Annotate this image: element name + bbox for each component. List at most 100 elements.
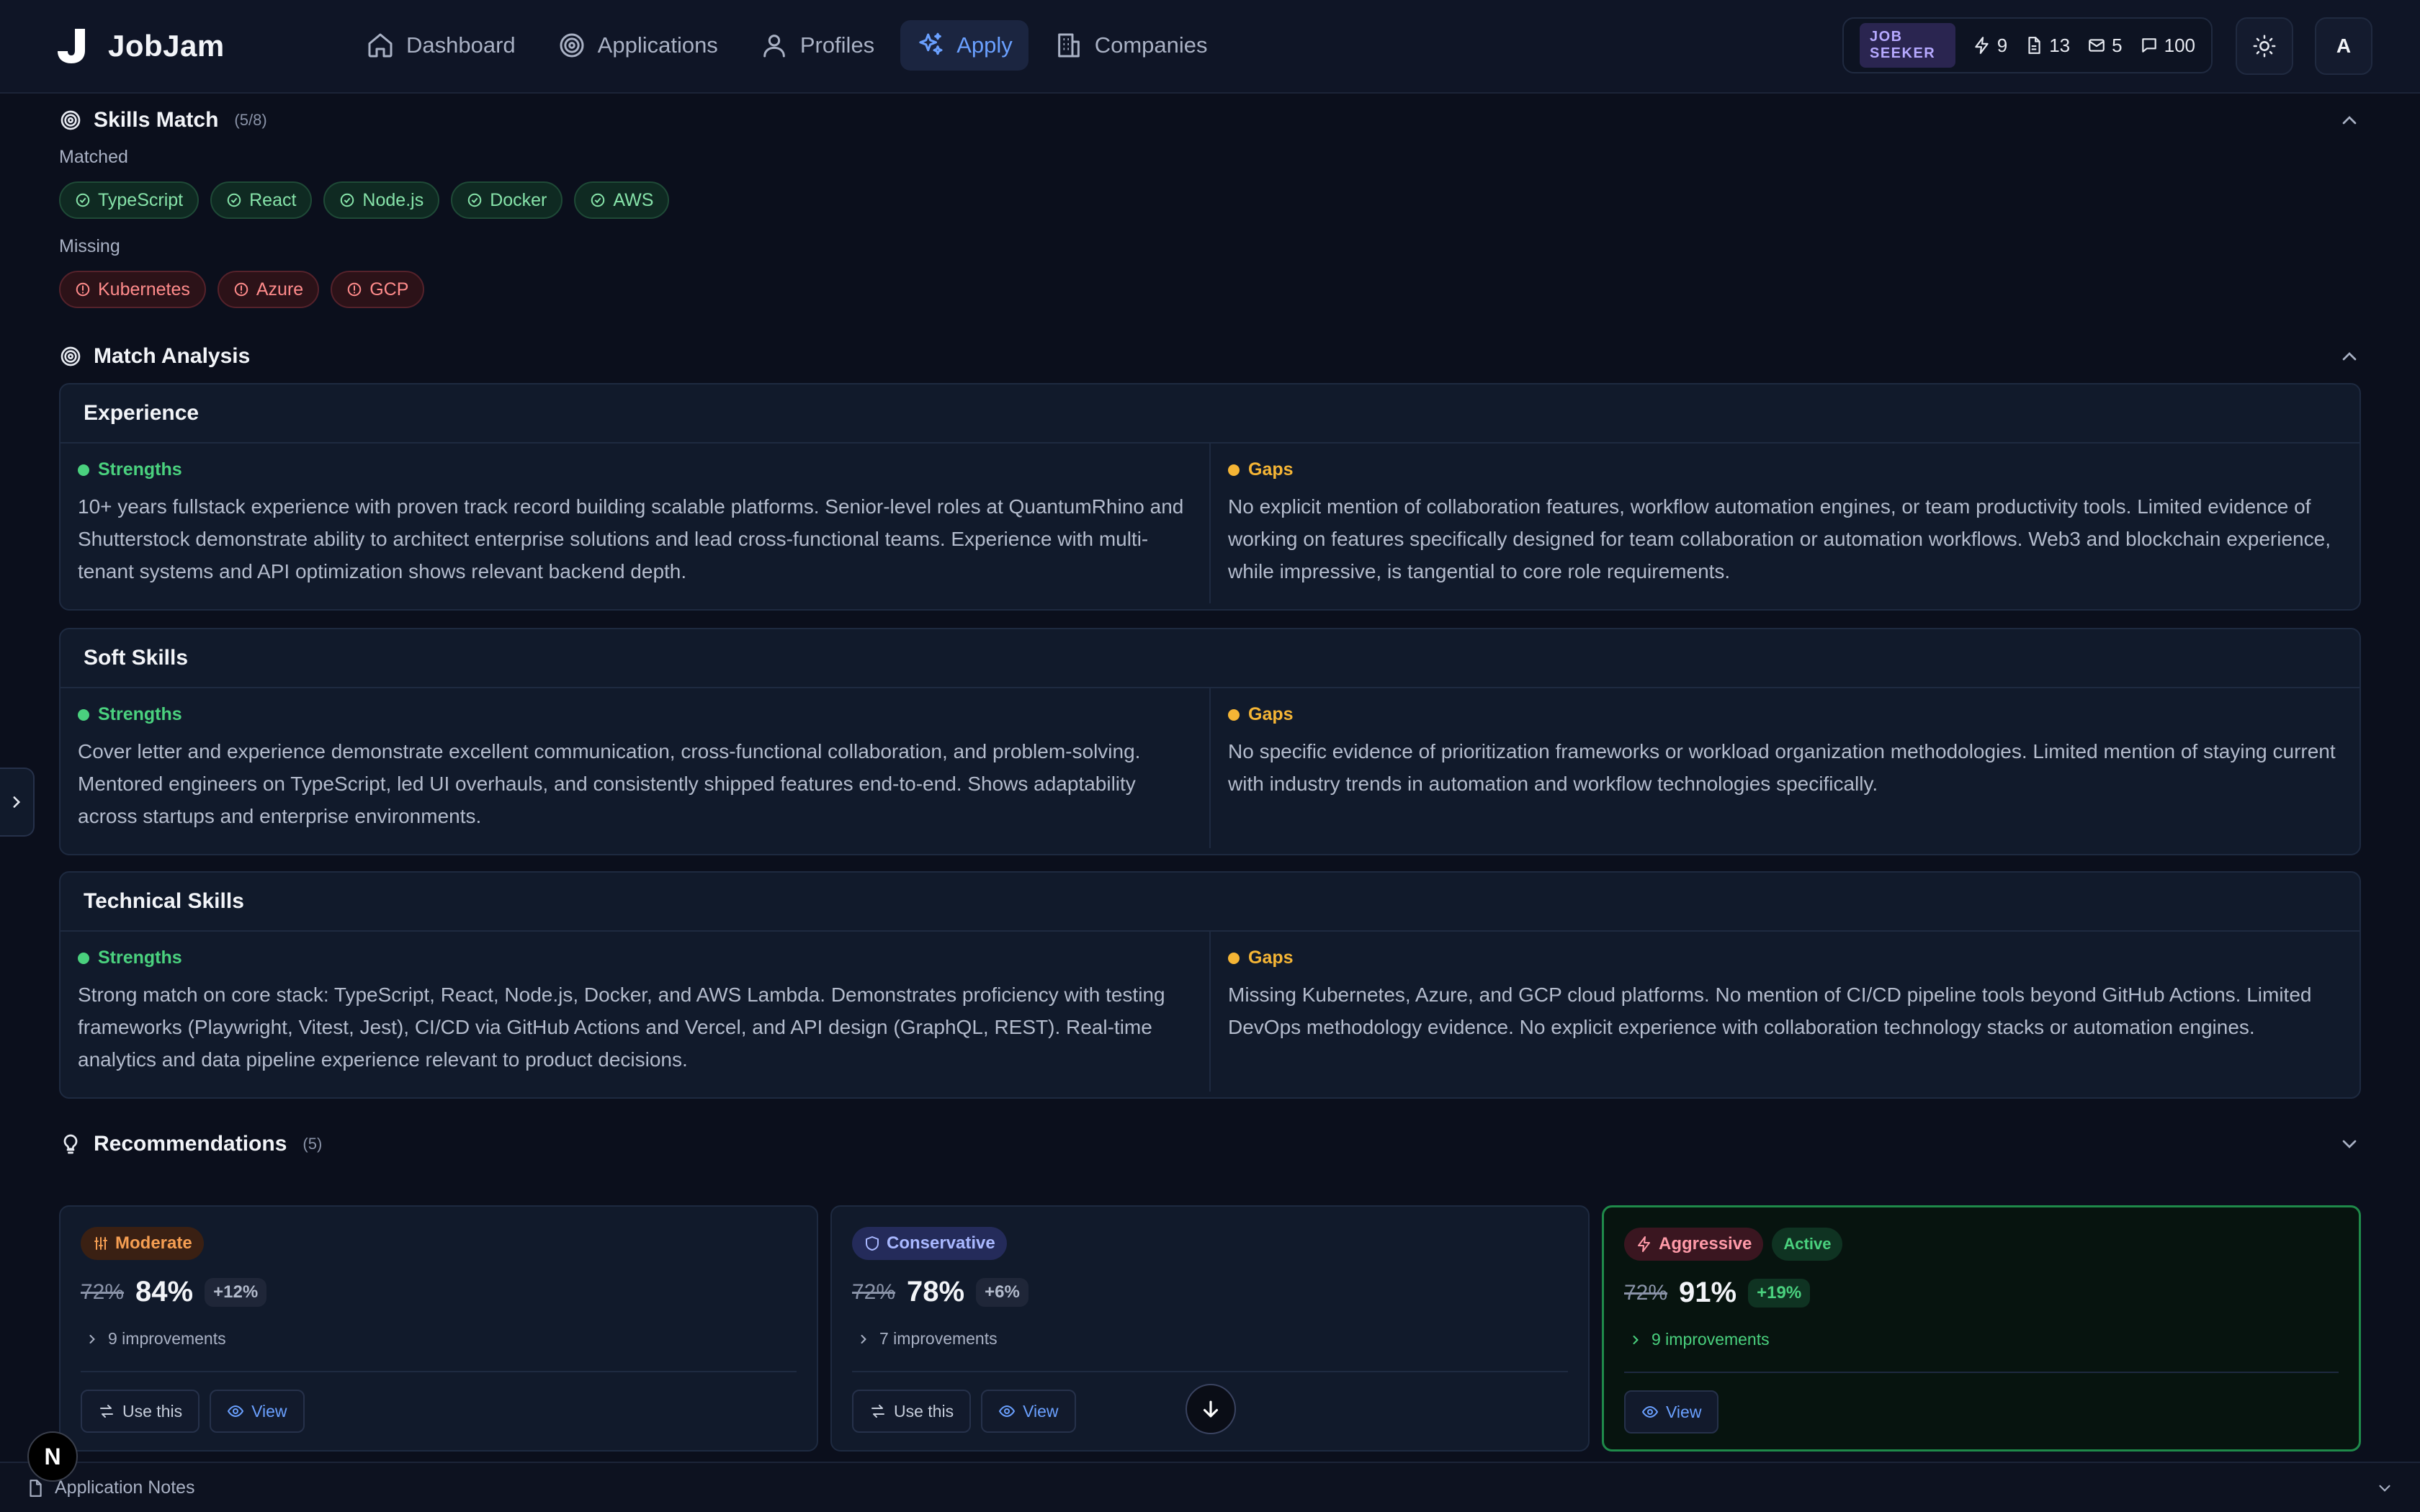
amber-dot-icon [1228, 464, 1240, 476]
sidebar-expand-button[interactable] [0, 768, 35, 837]
chevron-down-icon[interactable] [2338, 1133, 2361, 1156]
use-this-button[interactable]: Use this [852, 1390, 972, 1433]
chevron-up-icon[interactable] [2338, 109, 2361, 132]
notes-text: Application Notes [55, 1477, 195, 1498]
score-delta: +12% [205, 1277, 267, 1307]
strategy-tag: Conservative [852, 1227, 1007, 1260]
nav-label: Applications [597, 32, 718, 58]
rec-tags: Aggressive Active [1624, 1228, 1843, 1261]
user-icon [763, 35, 785, 58]
sliders-icon [94, 1237, 107, 1250]
analysis-card-soft-skills: Soft Skills Strengths Cover letter and e… [59, 628, 2361, 855]
score-row: 72% 91% +19% [1624, 1277, 1811, 1309]
recommendation-card-aggressive[interactable]: Aggressive Active 72% 91% +19% 9 improve… [1602, 1205, 2361, 1452]
skill-chip-matched: Node.js [323, 181, 440, 219]
nav-applications[interactable]: Applications [542, 20, 734, 71]
alert-circle-icon [347, 282, 362, 297]
application-notes-bar[interactable]: Application Notes [0, 1462, 2420, 1512]
scroll-down-button[interactable] [1186, 1384, 1236, 1434]
chevron-right-icon [861, 1334, 866, 1344]
nav-label: Profiles [799, 32, 875, 58]
dev-tools-badge[interactable]: N [27, 1431, 78, 1482]
strategy-tag: Aggressive [1624, 1228, 1764, 1261]
strengths-label: Strengths [78, 459, 1192, 480]
nav-dashboard[interactable]: Dashboard [350, 20, 532, 71]
gaps-column: Gaps No specific evidence of prioritizat… [1209, 688, 2360, 848]
rec-tags: Conservative [852, 1227, 1007, 1260]
document-icon [2028, 37, 2040, 54]
nav-companies[interactable]: Companies [1039, 20, 1224, 71]
file-icon [30, 1479, 42, 1497]
skills-match-header[interactable]: Skills Match (5/8) [59, 108, 2361, 132]
label-text: Strengths [98, 704, 182, 724]
strengths-column: Strengths 10+ years fullstack experience… [60, 444, 1209, 603]
chat-icon [2141, 38, 2156, 53]
skill-chip-matched: React [210, 181, 313, 219]
chevron-up-icon[interactable] [2338, 345, 2361, 368]
chevron-down-icon[interactable] [2375, 1479, 2394, 1498]
skill-chip-matched: Docker [451, 181, 563, 219]
alert-circle-icon [234, 282, 248, 297]
gaps-text: No explicit mention of collaboration fea… [1228, 495, 2331, 582]
view-button[interactable]: View [981, 1390, 1076, 1433]
card-title: Soft Skills [60, 629, 2360, 688]
use-this-button[interactable]: Use this [81, 1390, 200, 1433]
improvements-toggle[interactable]: 9 improvements [85, 1329, 226, 1349]
avatar-button[interactable]: A [2315, 17, 2372, 75]
new-score: 78% [907, 1276, 965, 1308]
view-button[interactable]: View [210, 1390, 305, 1433]
sun-icon [2253, 35, 2276, 58]
nav-profiles[interactable]: Profiles [744, 20, 890, 71]
section-title: Match Analysis [94, 344, 251, 368]
strengths-text: Strong match on core stack: TypeScript, … [78, 984, 1165, 1071]
improvements-toggle[interactable]: 9 improvements [1628, 1330, 1770, 1349]
recommendations-header[interactable]: Recommendations (5) [59, 1132, 2361, 1156]
label-text: Gaps [1248, 704, 1294, 724]
score-delta: +19% [1748, 1278, 1811, 1308]
theme-toggle-button[interactable] [2236, 17, 2293, 75]
divider [81, 1371, 797, 1372]
button-label: Use this [894, 1401, 954, 1421]
improvements-toggle[interactable]: 7 improvements [856, 1329, 998, 1349]
nav-label: Apply [956, 32, 1013, 58]
rec-tags: Moderate [81, 1227, 204, 1260]
rec-actions: View [1624, 1390, 1719, 1434]
sparkles-icon [919, 32, 943, 55]
strengths-text: Cover letter and experience demonstrate … [78, 740, 1141, 827]
missing-skills: Kubernetes Azure GCP [59, 271, 425, 308]
strengths-label: Strengths [78, 948, 1192, 968]
chip-label: React [249, 189, 297, 210]
brand[interactable]: JobJam [55, 26, 225, 66]
gaps-text: Missing Kubernetes, Azure, and GCP cloud… [1228, 984, 2312, 1038]
stat-value: 5 [2112, 34, 2123, 56]
eye-icon [1641, 1405, 1659, 1418]
chip-label: Docker [490, 189, 547, 210]
match-analysis-header[interactable]: Match Analysis [59, 344, 2361, 369]
check-circle-icon [76, 193, 90, 207]
tag-label: Aggressive [1659, 1234, 1752, 1254]
building-icon [1057, 33, 1080, 58]
stat-value: 9 [1996, 34, 2008, 56]
analysis-card-technical-skills: Technical Skills Strengths Strong match … [59, 871, 2361, 1099]
home-icon [368, 33, 393, 58]
lightbulb-icon [63, 1134, 78, 1154]
lightning-icon [1975, 37, 1989, 54]
strengths-column: Strengths Cover letter and experience de… [60, 688, 1209, 848]
card-body: Strengths 10+ years fullstack experience… [60, 444, 2360, 603]
new-score: 84% [135, 1276, 194, 1308]
chip-label: Azure [256, 279, 304, 300]
strengths-column: Strengths Strong match on core stack: Ty… [60, 932, 1209, 1092]
missing-label: Missing [59, 236, 120, 256]
skill-chip-missing: GCP [331, 271, 425, 308]
main-nav: Dashboard Applications Profiles Apply Co… [350, 20, 1224, 71]
rec-actions: Use this View [81, 1390, 305, 1433]
jobjam-logo-icon [58, 29, 85, 63]
recommendation-card-moderate[interactable]: Moderate 72% 84% +12% 9 improvements Use… [59, 1205, 818, 1452]
strategy-tag: Moderate [81, 1227, 204, 1260]
view-button[interactable]: View [1624, 1390, 1719, 1434]
skill-chip-matched: TypeScript [59, 181, 200, 219]
button-label: View [1023, 1401, 1059, 1421]
nav-apply[interactable]: Apply [900, 20, 1028, 71]
target-icon [60, 110, 81, 130]
swap-icon [871, 1405, 884, 1418]
